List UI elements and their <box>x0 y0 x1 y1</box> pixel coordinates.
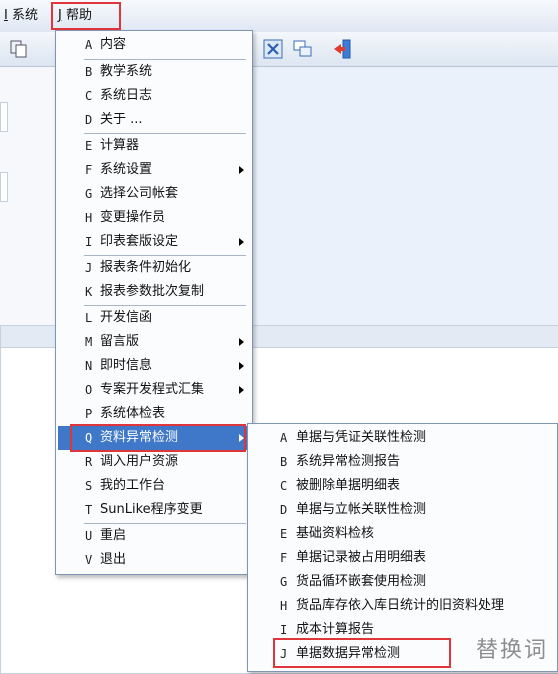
submenu-arrow-icon <box>239 362 244 370</box>
menu-item-message-board[interactable]: M 留言版 <box>58 330 250 354</box>
submenu-arrow-icon <box>239 166 244 174</box>
menu-item-contents[interactable]: A 内容 <box>58 33 250 57</box>
submenu-item-circular-nesting-check[interactable]: G 货品循环嵌套使用检测 <box>250 570 555 594</box>
submenu-arrow-icon <box>239 386 244 394</box>
background-field <box>0 172 8 202</box>
submenu-item-inventory-old-data[interactable]: H 货品库存依入库日统计的旧资料处理 <box>250 594 555 618</box>
submenu-arrow-icon <box>239 338 244 346</box>
submenu-item-anomaly-report[interactable]: B 系统异常检测报告 <box>250 450 555 474</box>
menu-bar: I 系统 J 帮助 <box>0 0 558 33</box>
menu-item-exit[interactable]: V 退出 <box>58 548 250 572</box>
submenu-arrow-icon <box>239 238 244 246</box>
menu-item-change-operator[interactable]: H 变更操作员 <box>58 206 250 230</box>
close-window-icon[interactable] <box>262 38 284 60</box>
background-field <box>0 102 8 132</box>
menu-item-calculator[interactable]: E 计算器 <box>58 134 250 158</box>
menu-item-data-anomaly-check[interactable]: Q 资料异常检测 <box>58 426 250 450</box>
submenu-item-ledger-link-check[interactable]: D 单据与立帐关联性检测 <box>250 498 555 522</box>
menu-item-print-template[interactable]: I 印表套版设定 <box>58 230 250 254</box>
help-menu: A 内容 B 教学系统 C 系统日志 D 关于 ... E 计算器 F 系统设置… <box>55 30 253 575</box>
menu-system[interactable]: I 系统 <box>4 6 38 26</box>
menu-item-restart[interactable]: U 重启 <box>58 524 250 548</box>
menu-item-sunlike-changes[interactable]: T SunLike程序变更 <box>58 498 250 522</box>
menu-help[interactable]: J 帮助 <box>58 6 92 26</box>
cascade-windows-icon[interactable] <box>292 38 314 60</box>
menu-item-about[interactable]: D 关于 ... <box>58 108 250 132</box>
menu-item-my-workbench[interactable]: S 我的工作台 <box>58 474 250 498</box>
menu-item-report-param-copy[interactable]: K 报表参数批次复制 <box>58 280 250 304</box>
submenu-item-locked-records[interactable]: F 单据记录被占用明细表 <box>250 546 555 570</box>
watermark-text: 替换词 <box>475 638 548 663</box>
menu-item-tutorial[interactable]: B 教学系统 <box>58 60 250 84</box>
submenu-item-master-data-check[interactable]: E 基础资料检核 <box>250 522 555 546</box>
exit-icon[interactable] <box>332 38 354 60</box>
submenu-item-voucher-link-check[interactable]: A 单据与凭证关联性检测 <box>250 426 555 450</box>
menu-item-import-user-resources[interactable]: R 调入用户资源 <box>58 450 250 474</box>
menu-item-select-company[interactable]: G 选择公司帐套 <box>58 182 250 206</box>
submenu-item-deleted-docs[interactable]: C 被删除单据明细表 <box>250 474 555 498</box>
copy-icon[interactable] <box>8 38 30 60</box>
menu-item-instant-message[interactable]: N 即时信息 <box>58 354 250 378</box>
menu-item-system-check[interactable]: P 系统体检表 <box>58 402 250 426</box>
submenu-arrow-icon <box>239 434 244 442</box>
menu-item-report-init[interactable]: J 报表条件初始化 <box>58 256 250 280</box>
menu-item-project-programs[interactable]: O 专案开发程式汇集 <box>58 378 250 402</box>
menu-item-system-settings[interactable]: F 系统设置 <box>58 158 250 182</box>
menu-item-system-log[interactable]: C 系统日志 <box>58 84 250 108</box>
menu-item-dev-letter[interactable]: L 开发信函 <box>58 306 250 330</box>
